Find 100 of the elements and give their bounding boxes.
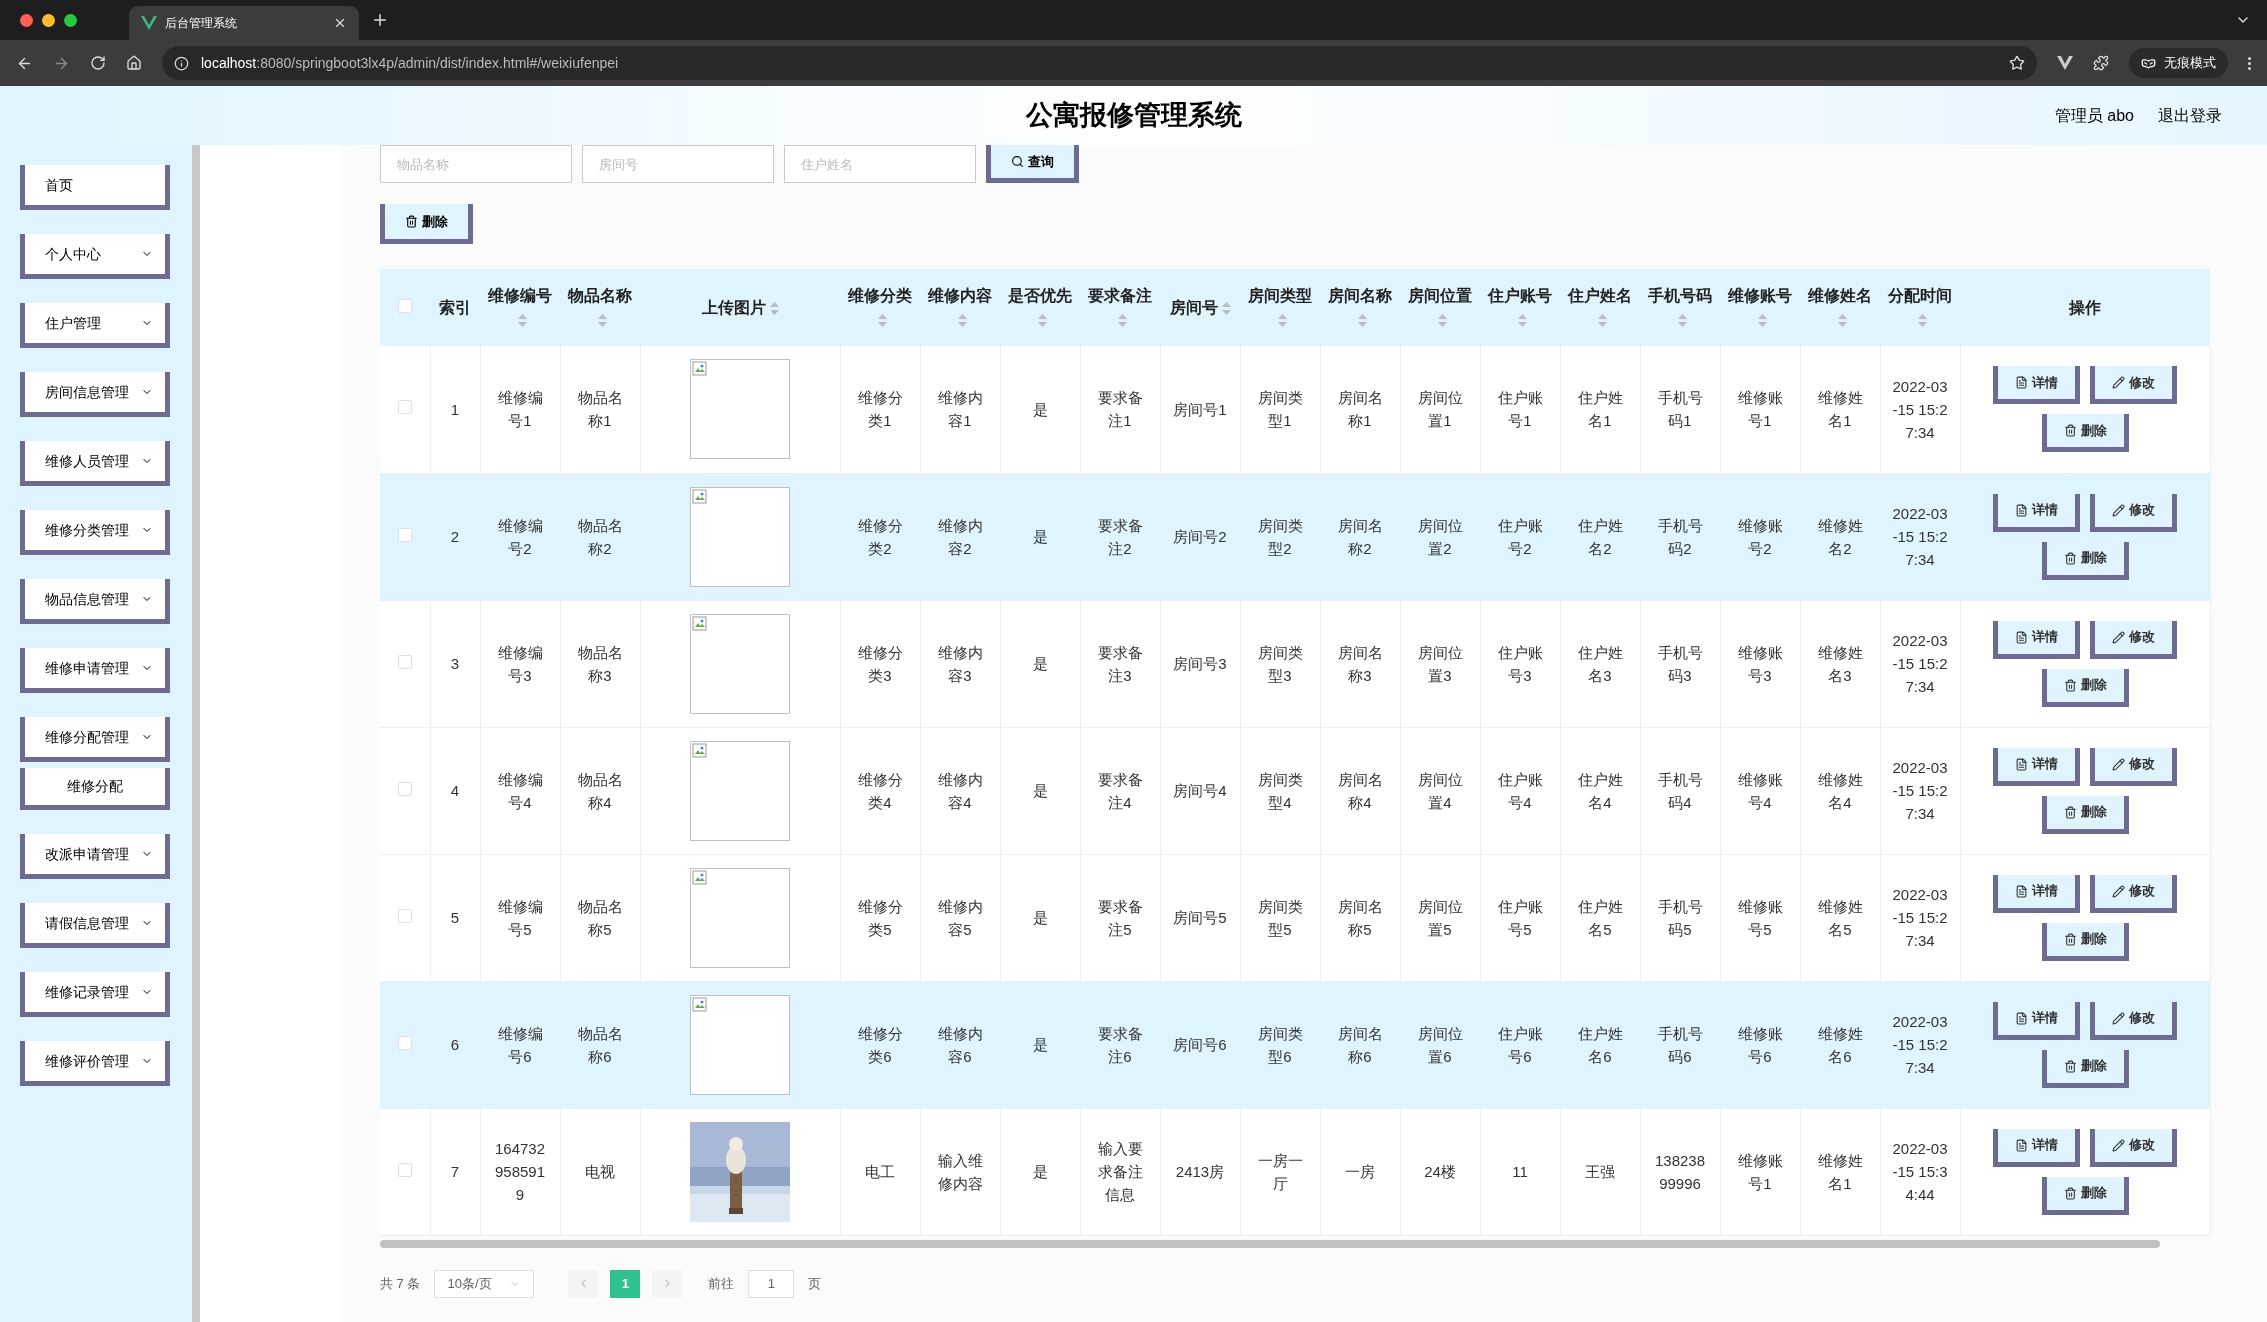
- edit-button[interactable]: 修改: [2090, 874, 2177, 913]
- column-header[interactable]: 物品名称: [568, 286, 632, 328]
- delete-row-button[interactable]: 删除: [2041, 1049, 2129, 1088]
- browser-tab[interactable]: 后台管理系统: [129, 6, 359, 40]
- minimize-window-icon[interactable]: [42, 13, 55, 27]
- table-row[interactable]: 1 维修编号1 物品名称1 维修分类1 维修内容1 是 要求备注1 房间号1 房间类型1 房间名称1 房间位置1 住户账号1 住户姓名1 手机号码1 维修账号1 维修姓名1 2022-03-15 15:27:34 详情 修改 删除: [380, 346, 2210, 473]
- row-checkbox[interactable]: [397, 400, 412, 415]
- sort-icon[interactable]: [877, 313, 887, 327]
- sidebar-item[interactable]: 维修记录管理: [20, 972, 170, 1017]
- previous-page-button[interactable]: [568, 1269, 599, 1298]
- column-header[interactable]: 是否优先: [1008, 286, 1072, 328]
- column-header[interactable]: 维修分类: [848, 286, 912, 328]
- row-checkbox[interactable]: [398, 298, 412, 313]
- sidebar-scrollbar[interactable]: [192, 145, 200, 1322]
- edit-button[interactable]: 修改: [2090, 1128, 2177, 1167]
- sort-icon[interactable]: [1221, 301, 1231, 315]
- sort-icon[interactable]: [1597, 313, 1607, 327]
- sort-icon[interactable]: [597, 313, 607, 327]
- goto-page-field[interactable]: 1: [748, 1269, 795, 1298]
- sort-icon[interactable]: [1117, 313, 1127, 327]
- column-header[interactable]: 房间类型: [1248, 286, 1312, 328]
- sidebar-item[interactable]: 物品信息管理: [20, 579, 170, 624]
- sort-icon[interactable]: [1677, 313, 1687, 327]
- sidebar-item[interactable]: 维修人员管理: [20, 441, 170, 486]
- logout-link[interactable]: 退出登录: [2158, 103, 2222, 128]
- delete-row-button[interactable]: 删除: [2041, 414, 2129, 453]
- sidebar-item[interactable]: 维修申请管理: [20, 648, 170, 693]
- horizontal-scrollbar[interactable]: [380, 1239, 2160, 1248]
- column-header[interactable]: 上传图片: [701, 298, 779, 316]
- sidebar-item[interactable]: 维修分配管理: [20, 717, 170, 762]
- edit-button[interactable]: 修改: [2090, 620, 2177, 659]
- details-button[interactable]: 详情: [1993, 1128, 2080, 1167]
- sidebar-item[interactable]: 维修评价管理: [20, 1041, 170, 1086]
- delete-row-button[interactable]: 删除: [2041, 922, 2129, 961]
- search-field[interactable]: 物品名称: [380, 145, 572, 183]
- address-bar[interactable]: localhost:8080/springboot3lx4p/admin/dist/index.html#/weixiufenpei: [162, 46, 2037, 80]
- row-checkbox[interactable]: [397, 1162, 412, 1177]
- sort-icon[interactable]: [957, 313, 967, 327]
- sort-icon[interactable]: [1037, 313, 1047, 327]
- delete-row-button[interactable]: 删除: [2041, 795, 2129, 834]
- column-header[interactable]: 房间位置: [1408, 286, 1472, 328]
- page-size-select[interactable]: 10条/页: [434, 1269, 535, 1298]
- column-header[interactable]: 分配时间: [1888, 286, 1952, 328]
- column-header[interactable]: 住户姓名: [1568, 286, 1632, 328]
- sort-icon[interactable]: [769, 301, 779, 315]
- details-button[interactable]: 详情: [1993, 1001, 2080, 1040]
- home-icon[interactable]: [126, 55, 142, 71]
- query-button[interactable]: 查询: [986, 145, 1079, 183]
- row-checkbox[interactable]: [397, 654, 412, 669]
- column-header[interactable]: 手机号码: [1648, 286, 1712, 328]
- column-header[interactable]: 要求备注: [1088, 286, 1152, 328]
- search-field[interactable]: 住户姓名: [784, 145, 976, 183]
- details-button[interactable]: 详情: [1993, 493, 2080, 532]
- new-tab-icon[interactable]: [371, 11, 389, 29]
- sidebar-subitem[interactable]: 维修分配: [20, 768, 170, 810]
- delete-row-button[interactable]: 删除: [2041, 1176, 2129, 1215]
- reload-icon[interactable]: [90, 55, 106, 71]
- sort-icon[interactable]: [1277, 313, 1287, 327]
- delete-row-button[interactable]: 删除: [2041, 541, 2129, 580]
- column-header[interactable]: 住户账号: [1488, 286, 1552, 328]
- edit-button[interactable]: 修改: [2090, 493, 2177, 532]
- table-row[interactable]: 7 1647329585919 电视 电工 输入维修内容 是 输入要求备注信息 2413房 一房一厅 一房 24楼 11 王强 13823899996 维修账号1 维修姓名1 2022-03-15 15:34:44 详情 修改 删除: [380, 1108, 2210, 1235]
- sidebar-item[interactable]: 改派申请管理: [20, 834, 170, 879]
- row-checkbox[interactable]: [397, 781, 412, 796]
- sidebar-item[interactable]: 维修分类管理: [20, 510, 170, 555]
- more-menu-icon[interactable]: [2248, 56, 2251, 70]
- maximize-window-icon[interactable]: [64, 13, 77, 27]
- sidebar-item[interactable]: 请假信息管理: [20, 903, 170, 948]
- bookmark-icon[interactable]: [2009, 55, 2025, 71]
- incognito-badge[interactable]: 无痕模式: [2129, 48, 2228, 78]
- search-field[interactable]: 房间号: [582, 145, 774, 183]
- row-checkbox[interactable]: [397, 1035, 412, 1050]
- sort-icon[interactable]: [1517, 313, 1527, 327]
- edit-button[interactable]: 修改: [2090, 366, 2177, 405]
- column-header[interactable]: 房间号: [1169, 298, 1231, 316]
- table-row[interactable]: 6 维修编号6 物品名称6 维修分类6 维修内容6 是 要求备注6 房间号6 房间类型6 房间名称6 房间位置6 住户账号6 住户姓名6 手机号码6 维修账号6 维修姓名6 2022-03-15 15:27:34 详情 修改 删除: [380, 981, 2210, 1108]
- delete-row-button[interactable]: 删除: [2041, 668, 2129, 707]
- delete-button[interactable]: 删除: [380, 204, 473, 244]
- details-button[interactable]: 详情: [1993, 874, 2080, 913]
- sort-icon[interactable]: [1917, 313, 1927, 327]
- sort-icon[interactable]: [1357, 313, 1367, 327]
- column-header[interactable]: 维修编号: [488, 286, 552, 328]
- close-tab-icon[interactable]: [333, 16, 347, 30]
- info-icon[interactable]: [174, 55, 189, 71]
- sidebar-item[interactable]: 首页: [20, 165, 170, 210]
- sidebar-item[interactable]: 个人中心: [20, 234, 170, 279]
- table-row[interactable]: 5 维修编号5 物品名称5 维修分类5 维修内容5 是 要求备注5 房间号5 房间类型5 房间名称5 房间位置5 住户账号5 住户姓名5 手机号码5 维修账号5 维修姓名5 2022-03-15 15:27:34 详情 修改 删除: [380, 854, 2210, 981]
- column-header[interactable]: 维修姓名: [1808, 286, 1872, 328]
- sort-icon[interactable]: [517, 313, 527, 327]
- details-button[interactable]: 详情: [1993, 620, 2080, 659]
- table-row[interactable]: 3 维修编号3 物品名称3 维修分类3 维修内容3 是 要求备注3 房间号3 房间类型3 房间名称3 房间位置3 住户账号3 住户姓名3 手机号码3 维修账号3 维修姓名3 2022-03-15 15:27:34 详情 修改 删除: [380, 600, 2210, 727]
- column-header[interactable]: 维修内容: [928, 286, 992, 328]
- extensions-icon[interactable]: [2093, 55, 2109, 71]
- close-window-icon[interactable]: [20, 13, 33, 27]
- column-header[interactable]: 房间名称: [1328, 286, 1392, 328]
- sort-icon[interactable]: [1757, 313, 1767, 327]
- row-checkbox[interactable]: [397, 908, 412, 923]
- details-button[interactable]: 详情: [1993, 366, 2080, 405]
- sort-icon[interactable]: [1837, 313, 1847, 327]
- sidebar-item[interactable]: 房间信息管理: [20, 372, 170, 417]
